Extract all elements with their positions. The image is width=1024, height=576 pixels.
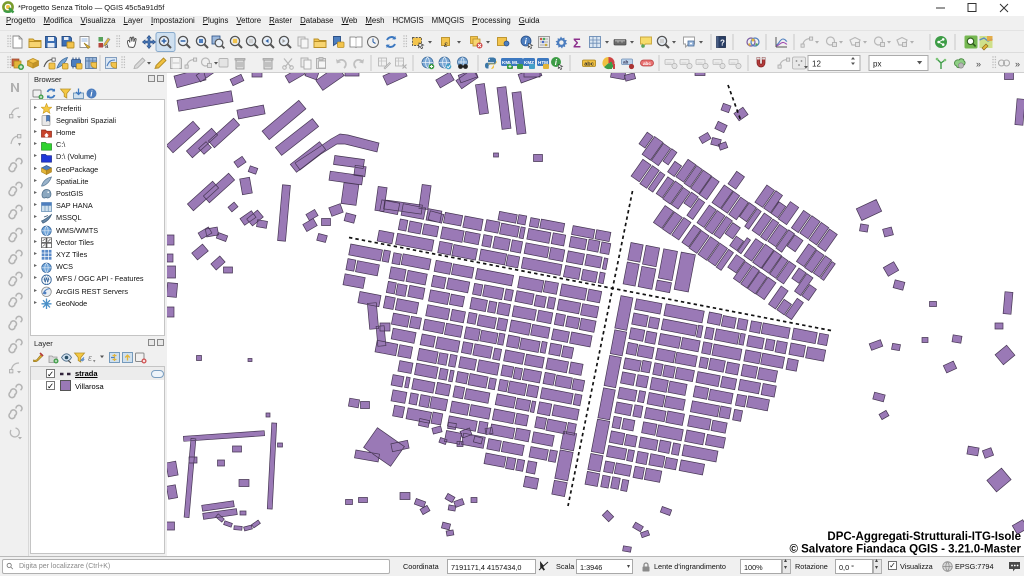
svg-text:?: ? — [720, 39, 725, 48]
svg-text:© Salvatore Fiandaca QGIS - 3.: © Salvatore Fiandaca QGIS - 3.21.0-Maste… — [789, 544, 1021, 556]
svg-text:Σ: Σ — [573, 36, 581, 51]
svg-text:ε: ε — [444, 40, 448, 49]
svg-text:abc: abc — [584, 61, 594, 67]
svg-text:W: W — [44, 278, 50, 284]
svg-text:px: px — [873, 60, 881, 69]
svg-text:»: » — [976, 59, 981, 69]
svg-text:a: a — [105, 44, 109, 50]
svg-text:abc: abc — [643, 61, 651, 66]
svg-text:»: » — [1015, 59, 1020, 69]
svg-text:▾: ▾ — [18, 142, 21, 148]
svg-text:ab: ab — [623, 60, 629, 65]
svg-text:DPC-Aggregati-Strutturali-ITG-: DPC-Aggregati-Strutturali-ITG-Isole — [827, 531, 1021, 543]
svg-text:▾: ▾ — [93, 359, 96, 365]
svg-text:12: 12 — [812, 60, 821, 69]
